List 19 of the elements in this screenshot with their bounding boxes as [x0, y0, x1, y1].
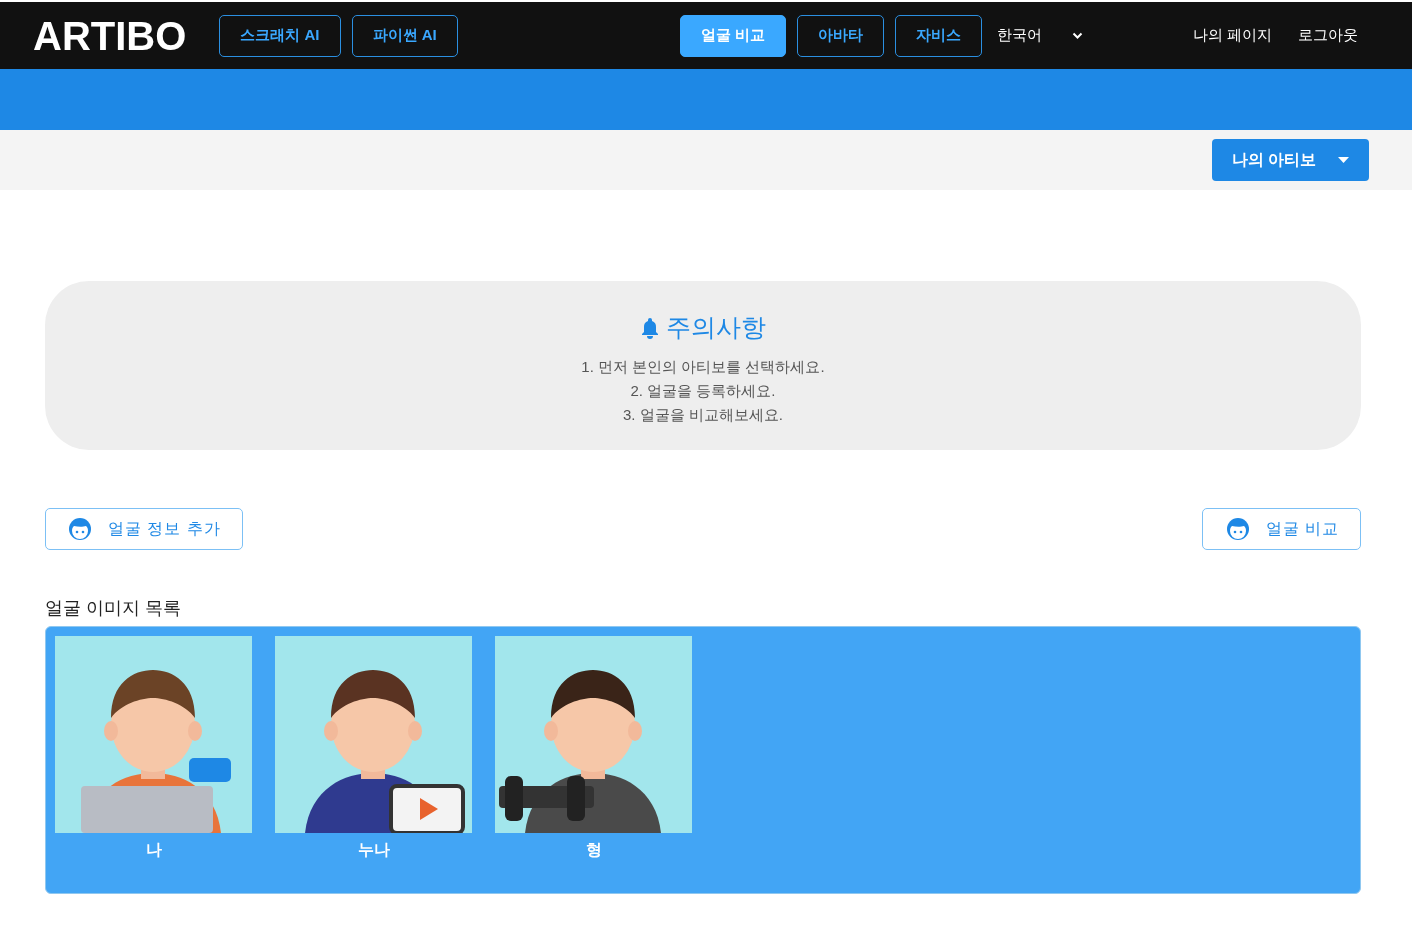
notice-line: 2. 얼굴을 등록하세요.	[630, 380, 776, 401]
nav-tab[interactable]: 자비스	[894, 14, 982, 57]
notice-title: 주의사항	[666, 312, 766, 343]
nav-tab[interactable]: 스크래치 AI	[219, 14, 341, 57]
nav-link[interactable]: 로그아웃	[1298, 24, 1358, 47]
artibo-dropdown[interactable]: 나의 아티보	[1212, 139, 1369, 181]
notice-line: 1. 먼저 본인의 아티보를 선택하세요.	[581, 356, 825, 377]
nav-tab[interactable]: 아바타	[796, 14, 884, 57]
image-caption: 나	[145, 840, 162, 860]
nav-link[interactable]: 나의 페이지	[1192, 24, 1272, 47]
notice-line: 3. 얼굴을 비교해보세요.	[623, 404, 783, 425]
image-caption: 형	[585, 840, 602, 860]
logo[interactable]: ARTIBO	[33, 15, 187, 56]
language-select[interactable]: 한국어	[996, 24, 1083, 47]
image-caption: 누나	[357, 840, 390, 860]
gallery-title: 얼굴 이미지 목록	[45, 597, 181, 620]
add-face-button[interactable]: 얼굴 정보 추가	[45, 508, 243, 550]
compare-face-button[interactable]: 얼굴 비교	[1201, 508, 1361, 550]
nav-tab[interactable]: 파이썬 AI	[351, 14, 458, 57]
